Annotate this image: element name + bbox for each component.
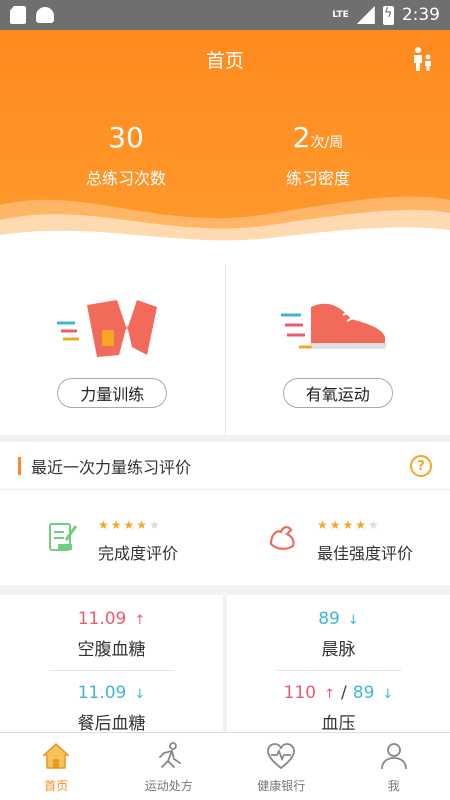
- diastolic-value: 89: [352, 683, 375, 703]
- tab-exercise-prescription-label: 运动处方: [144, 779, 193, 793]
- postmeal-glucose-value: 11.09: [77, 683, 127, 703]
- checklist-icon: [49, 523, 78, 551]
- tab-exercise-prescription[interactable]: 运动处方: [113, 733, 226, 800]
- status-bar: LTE 2:39: [0, 0, 450, 30]
- down-arrow-icon: ↓: [134, 687, 146, 702]
- tab-home[interactable]: 首页: [0, 733, 113, 800]
- health-metrics: 11.09 ↑ 空腹血糖 11.09 ↓ 餐后血糖 89 ↓ 晨脉 110 ↑/89 ↓ …: [0, 595, 450, 735]
- divider: [49, 670, 174, 671]
- systolic-value: 110: [283, 683, 317, 703]
- header-waves: [0, 196, 450, 265]
- tab-me-label: 我: [387, 779, 400, 793]
- aerobic-exercise-card[interactable]: 有氧运动: [224, 265, 450, 435]
- fasting-glucose[interactable]: 11.09 ↑ 空腹血糖: [0, 609, 223, 660]
- completion-label: 完成度评价: [98, 544, 179, 563]
- evaluation-body: ★★★★★ 完成度评价 ★★★★★ 最佳强度评价: [0, 490, 450, 585]
- section-accent-bar: [18, 456, 21, 475]
- evaluation-header: 最近一次力量练习评价 ?: [0, 442, 450, 490]
- running-shoe-icon: [280, 303, 387, 349]
- page-title: 首页: [205, 50, 244, 72]
- postmeal-glucose-label: 餐后血糖: [77, 714, 146, 734]
- muscle-icon: [269, 526, 295, 550]
- morning-pulse[interactable]: 89 ↓ 晨脉: [227, 609, 450, 660]
- best-intensity-label: 最佳强度评价: [317, 544, 414, 563]
- bp-separator: /: [341, 683, 347, 703]
- fasting-glucose-label: 空腹血糖: [77, 640, 146, 660]
- blood-pressure-label: 血压: [321, 714, 356, 734]
- divider: [276, 670, 401, 671]
- glucose-column: 11.09 ↑ 空腹血糖 11.09 ↓ 餐后血糖: [0, 595, 223, 735]
- practice-density-unit: 次/周: [310, 135, 344, 151]
- tab-health-bank-label: 健康银行: [257, 779, 306, 793]
- bottom-tab-bar: 首页 运动处方 健康银行 我: [0, 732, 450, 800]
- strength-band-icon: [57, 300, 158, 357]
- heart-pulse-icon: [267, 743, 296, 770]
- completion-evaluation[interactable]: ★★★★★ 完成度评价: [0, 490, 225, 585]
- strength-training-button[interactable]: 力量训练: [57, 378, 168, 408]
- pulse-pressure-column: 89 ↓ 晨脉 110 ↑/89 ↓ 血压: [227, 595, 450, 735]
- intensity-stars: ★★★★★: [317, 518, 381, 532]
- status-time: 2:39: [401, 5, 440, 25]
- blood-pressure[interactable]: 110 ↑ /89 ↓ 血压: [227, 683, 450, 734]
- training-cards: 力量训练 有氧运动: [0, 265, 450, 435]
- home-icon: [42, 742, 71, 769]
- signal-icon: [356, 6, 375, 24]
- tab-health-bank[interactable]: 健康银行: [225, 733, 338, 800]
- best-intensity-evaluation[interactable]: ★★★★★ 最佳强度评价: [225, 490, 450, 585]
- practice-density-value: 2: [292, 121, 311, 154]
- android-icon: [36, 7, 54, 23]
- down-arrow-icon: ↓: [382, 687, 394, 702]
- network-type: LTE: [332, 10, 349, 20]
- up-arrow-icon: ↑: [324, 687, 336, 702]
- home-header: 首页 30 总练习次数 2次/周 练习密度: [0, 30, 450, 265]
- practice-density-stat: 2次/周 练习密度: [218, 120, 418, 189]
- total-practice-value: 30: [108, 121, 144, 154]
- morning-pulse-value: 89: [318, 609, 340, 629]
- completion-stars: ★★★★★: [98, 518, 162, 532]
- total-practice-stat: 30 总练习次数: [26, 120, 226, 189]
- morning-pulse-label: 晨脉: [321, 640, 356, 660]
- runner-icon: [158, 742, 181, 768]
- family-icon[interactable]: [410, 46, 434, 72]
- aerobic-exercise-button[interactable]: 有氧运动: [282, 378, 393, 408]
- sd-card-icon: [10, 6, 26, 24]
- tab-me[interactable]: 我: [338, 733, 450, 800]
- help-icon[interactable]: ?: [410, 455, 432, 477]
- fasting-glucose-value: 11.09: [77, 609, 127, 629]
- battery-icon: [382, 5, 394, 25]
- evaluation-title: 最近一次力量练习评价: [31, 457, 192, 477]
- up-arrow-icon: ↑: [134, 613, 146, 628]
- person-icon: [380, 743, 407, 770]
- tab-home-label: 首页: [44, 779, 69, 793]
- postmeal-glucose[interactable]: 11.09 ↓ 餐后血糖: [0, 683, 223, 734]
- down-arrow-icon: ↓: [347, 613, 359, 628]
- strength-training-card[interactable]: 力量训练: [0, 265, 225, 435]
